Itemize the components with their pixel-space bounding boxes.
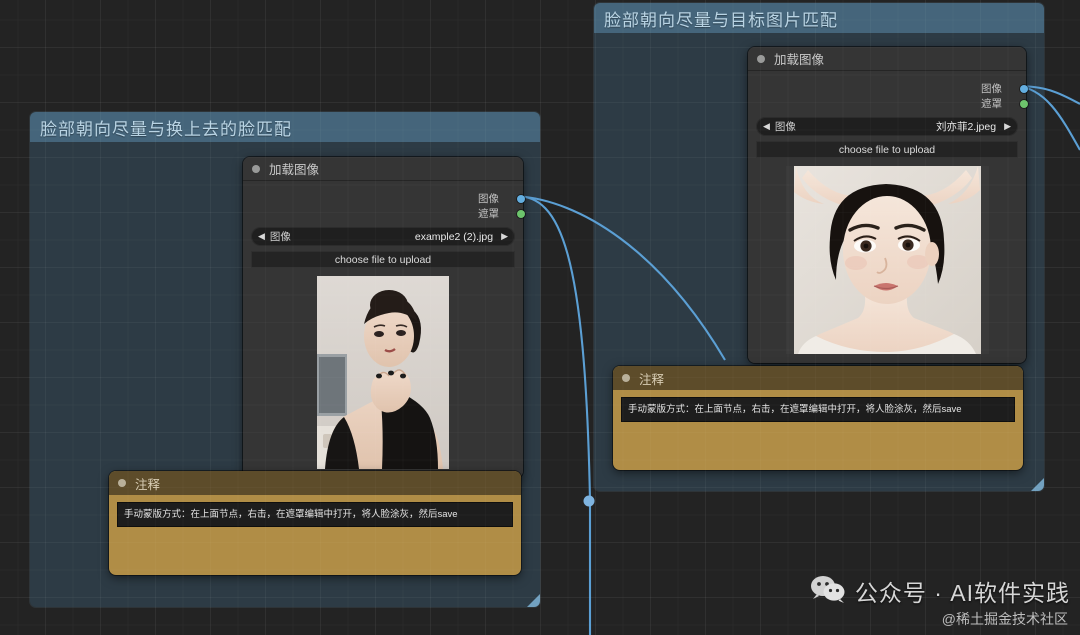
widget-image-combo[interactable]: ◀ 图像 刘亦菲2.jpeg ▶ xyxy=(756,117,1018,136)
output-slots-right: 图像 遮罩 xyxy=(756,77,1028,117)
output-slot-image[interactable]: 图像 xyxy=(251,191,525,206)
upload-button-right[interactable]: choose file to upload xyxy=(756,141,1018,158)
output-port-mask[interactable] xyxy=(1020,99,1028,108)
group-header-left[interactable]: 脸部朝向尽量与换上去的脸匹配 xyxy=(30,112,540,142)
output-slot-image[interactable]: 图像 xyxy=(756,81,1028,96)
node-title: 加载图像 xyxy=(269,163,320,177)
node-header-right[interactable]: 加载图像 xyxy=(748,47,1026,71)
output-label-mask: 遮罩 xyxy=(981,98,1002,110)
group-title-right: 脸部朝向尽量与目标图片匹配 xyxy=(604,10,838,30)
note-title: 注释 xyxy=(135,477,161,492)
group-resize-handle-right[interactable] xyxy=(1031,478,1044,491)
widget-label-image: 图像 xyxy=(269,231,291,243)
node-body-left: 图像 遮罩 ◀ 图像 example2 (2).jpg ▶ choose fil… xyxy=(243,181,525,478)
note-collapse-icon[interactable] xyxy=(622,374,630,382)
widget-label-image: 图像 xyxy=(774,121,796,133)
output-port-image[interactable] xyxy=(517,194,525,203)
widget-value-image: example2 (2).jpg xyxy=(414,230,494,243)
widget-image-combo[interactable]: ◀ 图像 example2 (2).jpg ▶ xyxy=(251,227,515,246)
output-label-mask: 遮罩 xyxy=(478,208,499,220)
group-header-right[interactable]: 脸部朝向尽量与目标图片匹配 xyxy=(594,3,1044,33)
chevron-right-icon[interactable]: ▶ xyxy=(499,232,510,241)
node-load-image-right[interactable]: 加载图像 图像 遮罩 ◀ 图像 刘亦菲2.jpeg ▶ choose file … xyxy=(748,47,1028,363)
note-node-left[interactable]: 注释 手动蒙版方式：在上面节点，右击，在遮罩编辑中打开，将人脸涂灰，然后save xyxy=(109,471,521,575)
image-preview-left xyxy=(251,276,515,469)
output-port-image[interactable] xyxy=(1020,84,1028,93)
chevron-left-icon[interactable]: ◀ xyxy=(256,232,267,241)
node-collapse-icon[interactable] xyxy=(757,54,765,63)
link-midpoint-dot xyxy=(583,495,595,507)
image-preview-right xyxy=(756,166,1018,354)
wechat-icon xyxy=(810,575,846,608)
upload-button-label: choose file to upload xyxy=(334,253,432,266)
note-textarea-right[interactable]: 手动蒙版方式：在上面节点，右击，在遮罩编辑中打开，将人脸涂灰，然后save xyxy=(621,397,1015,423)
chevron-left-icon[interactable]: ◀ xyxy=(761,122,772,131)
note-title: 注释 xyxy=(639,372,665,387)
note-header-left[interactable]: 注释 xyxy=(109,471,521,495)
preview-thumbnail-right xyxy=(785,166,989,354)
output-slot-mask[interactable]: 遮罩 xyxy=(251,206,525,221)
preview-thumbnail-left xyxy=(317,276,449,469)
chevron-right-icon[interactable]: ▶ xyxy=(1002,122,1013,131)
watermark-title: 公众号 · AI软件实践 xyxy=(854,580,1070,606)
widget-value-image: 刘亦菲2.jpeg xyxy=(935,121,997,133)
watermark: 公众号 · AI软件实践 @稀土掘金技术社区 xyxy=(810,574,1070,629)
note-node-right[interactable]: 注释 手动蒙版方式：在上面节点，右击，在遮罩编辑中打开，将人脸涂灰，然后save xyxy=(613,366,1023,470)
output-slots-left: 图像 遮罩 xyxy=(251,187,525,227)
watermark-subtitle: @稀土掘金技术社区 xyxy=(941,611,1068,627)
group-resize-handle-left[interactable] xyxy=(527,594,540,607)
upload-button-label: choose file to upload xyxy=(838,143,936,156)
graph-canvas[interactable]: 脸部朝向尽量与换上去的脸匹配 脸部朝向尽量与目标图片匹配 加载图像 图像 遮罩 … xyxy=(0,0,1080,635)
node-title: 加载图像 xyxy=(774,53,825,67)
watermark-main-line: 公众号 · AI软件实践 xyxy=(810,574,1070,608)
node-header-left[interactable]: 加载图像 xyxy=(243,157,523,181)
output-port-mask[interactable] xyxy=(517,209,525,218)
group-title-left: 脸部朝向尽量与换上去的脸匹配 xyxy=(40,119,292,139)
note-body-left: 手动蒙版方式：在上面节点，右击，在遮罩编辑中打开，将人脸涂灰，然后save xyxy=(109,495,521,536)
output-slot-mask[interactable]: 遮罩 xyxy=(756,96,1028,111)
node-collapse-icon[interactable] xyxy=(252,164,260,173)
node-load-image-left[interactable]: 加载图像 图像 遮罩 ◀ 图像 example2 (2).jpg ▶ choos… xyxy=(243,157,525,478)
note-header-right[interactable]: 注释 xyxy=(613,366,1023,390)
node-body-right: 图像 遮罩 ◀ 图像 刘亦菲2.jpeg ▶ choose file to up… xyxy=(748,71,1028,363)
output-label-image: 图像 xyxy=(478,193,499,205)
output-label-image: 图像 xyxy=(981,83,1002,95)
note-body-right: 手动蒙版方式：在上面节点，右击，在遮罩编辑中打开，将人脸涂灰，然后save xyxy=(613,390,1023,431)
note-collapse-icon[interactable] xyxy=(118,479,126,487)
upload-button-left[interactable]: choose file to upload xyxy=(251,251,515,268)
note-textarea-left[interactable]: 手动蒙版方式：在上面节点，右击，在遮罩编辑中打开，将人脸涂灰，然后save xyxy=(117,502,513,528)
